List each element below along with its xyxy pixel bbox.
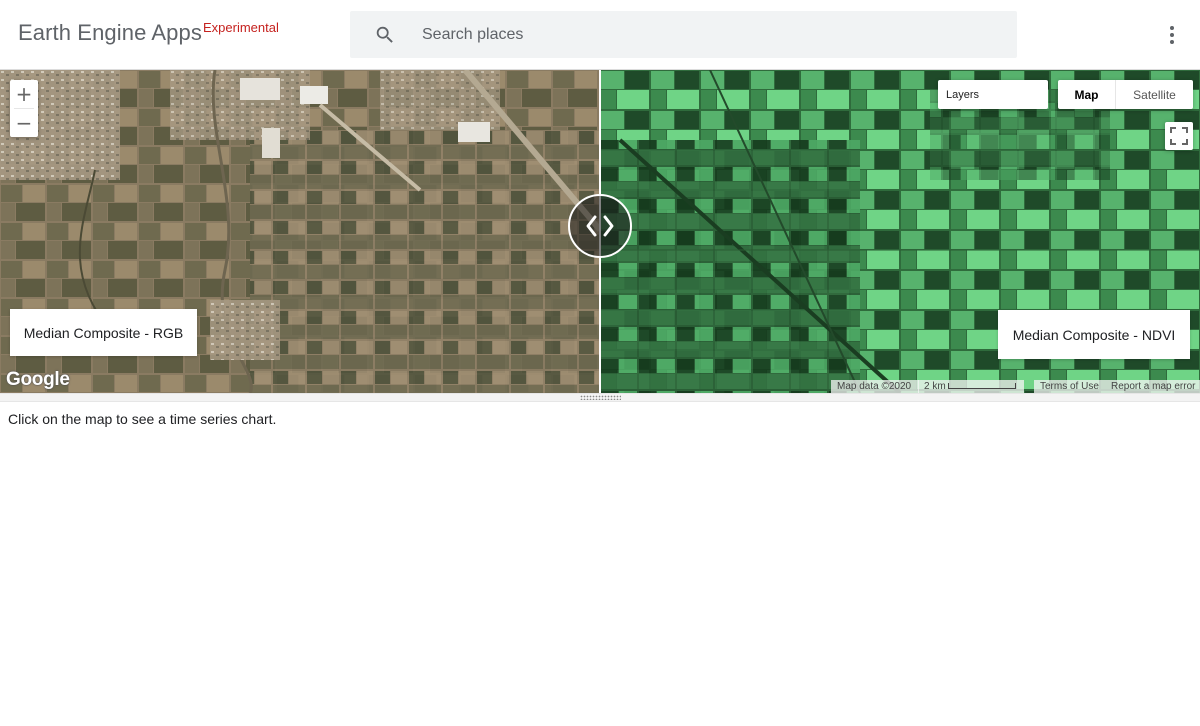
- terms-link[interactable]: Terms of Use: [1034, 380, 1105, 393]
- search-input[interactable]: [422, 11, 1002, 58]
- experimental-badge: Experimental: [203, 20, 279, 35]
- map-attribution: Map data ©2020: [831, 380, 919, 393]
- panel-resize-handle[interactable]: [0, 393, 1200, 402]
- split-map[interactable]: + − Layers Map Satellite Median Composit…: [0, 70, 1200, 393]
- layer-label-rgb: Median Composite - RGB: [10, 309, 197, 356]
- chart-panel-message: Click on the map to see a time series ch…: [8, 411, 277, 427]
- zoom-in-button[interactable]: +: [10, 80, 38, 108]
- scale-label: 2 km: [924, 381, 946, 392]
- layers-dropdown[interactable]: Layers: [938, 80, 1048, 109]
- fullscreen-button[interactable]: [1165, 122, 1193, 150]
- more-vert-icon[interactable]: [1160, 22, 1184, 48]
- zoom-control: + −: [10, 80, 38, 137]
- app-title[interactable]: Earth Engine Apps: [18, 20, 202, 46]
- map-scale[interactable]: 2 km: [918, 380, 1024, 393]
- google-logo: Google: [6, 369, 70, 390]
- layer-label-ndvi: Median Composite - NDVI: [998, 310, 1190, 359]
- fullscreen-icon: [1170, 127, 1188, 145]
- map-type-map-button[interactable]: Map: [1058, 80, 1115, 109]
- map-type-satellite-button[interactable]: Satellite: [1116, 80, 1193, 109]
- report-error-link[interactable]: Report a map error: [1105, 380, 1200, 393]
- scale-bar: [948, 383, 1016, 389]
- split-handle[interactable]: [568, 194, 632, 258]
- zoom-out-button[interactable]: −: [10, 109, 38, 137]
- grip-icon: [580, 395, 621, 400]
- search-icon[interactable]: [374, 24, 396, 46]
- code-arrows-icon: [586, 215, 614, 237]
- map-type-control: Map Satellite: [1058, 80, 1193, 109]
- app-header: Earth Engine Apps Experimental: [0, 0, 1200, 70]
- search-box[interactable]: [350, 11, 1017, 58]
